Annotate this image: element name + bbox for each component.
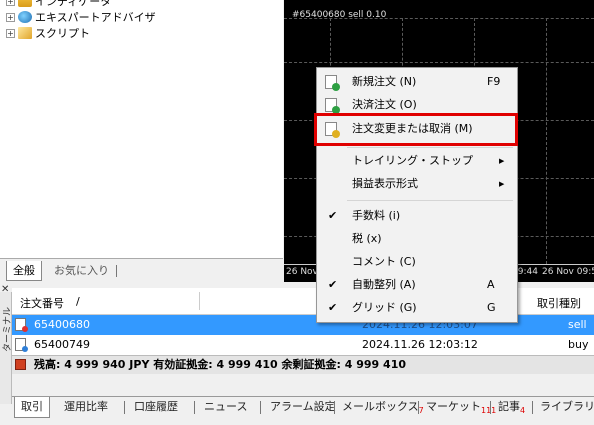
menu-item-tax[interactable]: 税 (x) <box>317 228 517 250</box>
tab-separator <box>418 401 419 414</box>
tab-separator <box>490 401 491 414</box>
menu-item-label: 手数料 (i) <box>352 209 401 222</box>
menu-item-grid[interactable]: ✔ グリッド (G) G <box>317 297 517 319</box>
menu-item-label: トレイリング・ストップ <box>352 154 473 167</box>
context-menu: 新規注文 (N) F9 決済注文 (O) 注文変更または取消 (M) トレイリン… <box>316 67 518 323</box>
tree-item-indicators[interactable]: + インディケータ <box>6 0 111 9</box>
menu-item-label: 自動整列 (A) <box>352 278 416 291</box>
menu-shortcut: F9 <box>487 75 501 88</box>
balance-row[interactable]: 残高: 4 999 940 JPY 有効証拠金: 4 999 410 余剰証拠金… <box>12 355 594 374</box>
menu-item-label: コメント (C) <box>352 255 416 268</box>
tab-label: 記事 <box>498 400 520 413</box>
tree-item-label: スクリプト <box>35 27 90 40</box>
menu-item-label: 税 (x) <box>352 232 382 245</box>
tab-separator <box>124 401 125 414</box>
menu-shortcut: G <box>487 301 496 314</box>
terminal-side-label: ターミナル <box>0 292 13 404</box>
order-time: 2024.11.26 12:03:12 <box>362 338 478 351</box>
tree-item-label: エキスパートアドバイザ <box>35 11 156 24</box>
tab-news[interactable]: ニュース <box>198 397 253 417</box>
menu-shortcut: A <box>487 278 495 291</box>
menu-item-label: グリッド (G) <box>352 301 417 314</box>
tab-account-history[interactable]: 口座履歴 <box>128 397 184 417</box>
expand-icon[interactable]: + <box>6 0 15 6</box>
order-line-label: #65400680 sell 0.10 <box>292 10 387 20</box>
tab-separator <box>532 401 533 414</box>
column-header-type[interactable]: 取引種別 <box>537 295 581 311</box>
check-icon: ✔ <box>328 278 338 291</box>
balance-icon <box>15 359 26 370</box>
script-icon <box>18 27 32 39</box>
tab-separator <box>194 401 195 414</box>
tab-favorites[interactable]: お気に入り <box>48 261 115 280</box>
tab-label: メールボックス <box>342 400 419 413</box>
tab-separator <box>260 401 261 414</box>
expand-icon[interactable]: + <box>6 12 15 22</box>
tab-articles[interactable]: 記事4 <box>492 397 531 417</box>
expert-advisor-icon <box>18 11 32 23</box>
tab-library[interactable]: ライブラリ <box>534 397 594 417</box>
column-divider[interactable] <box>199 292 200 310</box>
menu-item-label: 新規注文 (N) <box>352 75 417 88</box>
menu-item-trailing-stop[interactable]: トレイリング・ストップ ▶ <box>317 150 517 172</box>
tab-label: マーケット <box>426 400 481 413</box>
navigator-panel: + インディケータ + エキスパートアドバイザ + スクリプト 全般 お気に入り <box>0 0 283 283</box>
balance-text: 残高: 4 999 940 JPY 有効証拠金: 4 999 410 余剰証拠金… <box>34 358 407 371</box>
menu-item-comment[interactable]: コメント (C) <box>317 251 517 273</box>
check-icon: ✔ <box>328 209 338 222</box>
buy-order-icon <box>15 338 28 352</box>
x-axis-label: 26 Nov 09:5 <box>542 267 594 277</box>
submenu-arrow-icon: ▶ <box>499 157 505 165</box>
tab-separator <box>334 401 335 414</box>
submenu-arrow-icon: ▶ <box>499 180 505 188</box>
menu-separator <box>347 147 513 148</box>
tree-item-scripts[interactable]: + スクリプト <box>6 25 90 41</box>
navigator-tabs: 全般 お気に入り <box>0 258 283 283</box>
menu-separator <box>347 200 513 201</box>
tab-alerts[interactable]: アラーム設定 <box>264 397 342 417</box>
sort-indicator: / <box>76 295 80 308</box>
terminal-tabs: 取引 運用比率 口座履歴 ニュース アラーム設定 メールボックス7 マーケット1… <box>12 396 594 419</box>
grid-line <box>546 18 547 264</box>
new-order-icon <box>325 75 340 91</box>
tree-item-expert-advisors[interactable]: + エキスパートアドバイザ <box>6 9 156 25</box>
tab-separator <box>116 265 117 277</box>
menu-item-label: 損益表示形式 <box>352 177 418 190</box>
menu-item-profit-display[interactable]: 損益表示形式 ▶ <box>317 173 517 195</box>
tab-mailbox[interactable]: メールボックス7 <box>336 397 430 417</box>
column-header-order[interactable]: 注文番号 <box>20 295 64 311</box>
highlight-annotation <box>314 113 518 146</box>
close-order-icon <box>325 98 340 114</box>
check-icon: ✔ <box>328 301 338 314</box>
order-type: sell <box>568 318 587 331</box>
order-type: buy <box>568 338 589 351</box>
tab-trade[interactable]: 取引 <box>14 397 50 418</box>
indicators-icon <box>18 0 32 7</box>
order-number: 65400749 <box>34 338 90 351</box>
tab-all[interactable]: 全般 <box>6 261 42 281</box>
tab-exposure[interactable]: 運用比率 <box>58 397 114 417</box>
tree-item-label: インディケータ <box>35 0 112 8</box>
expand-icon[interactable]: + <box>6 28 15 38</box>
menu-item-auto-arrange[interactable]: ✔ 自動整列 (A) A <box>317 274 517 296</box>
table-row[interactable]: 65400749 2024.11.26 12:03:12 buy <box>12 335 594 355</box>
order-number: 65400680 <box>34 318 90 331</box>
articles-count: 4 <box>520 406 526 415</box>
x-axis-label: 26 Nov <box>286 267 318 277</box>
sell-order-icon <box>15 318 28 332</box>
menu-item-new-order[interactable]: 新規注文 (N) F9 <box>317 71 517 93</box>
menu-item-commission[interactable]: ✔ 手数料 (i) <box>317 205 517 227</box>
